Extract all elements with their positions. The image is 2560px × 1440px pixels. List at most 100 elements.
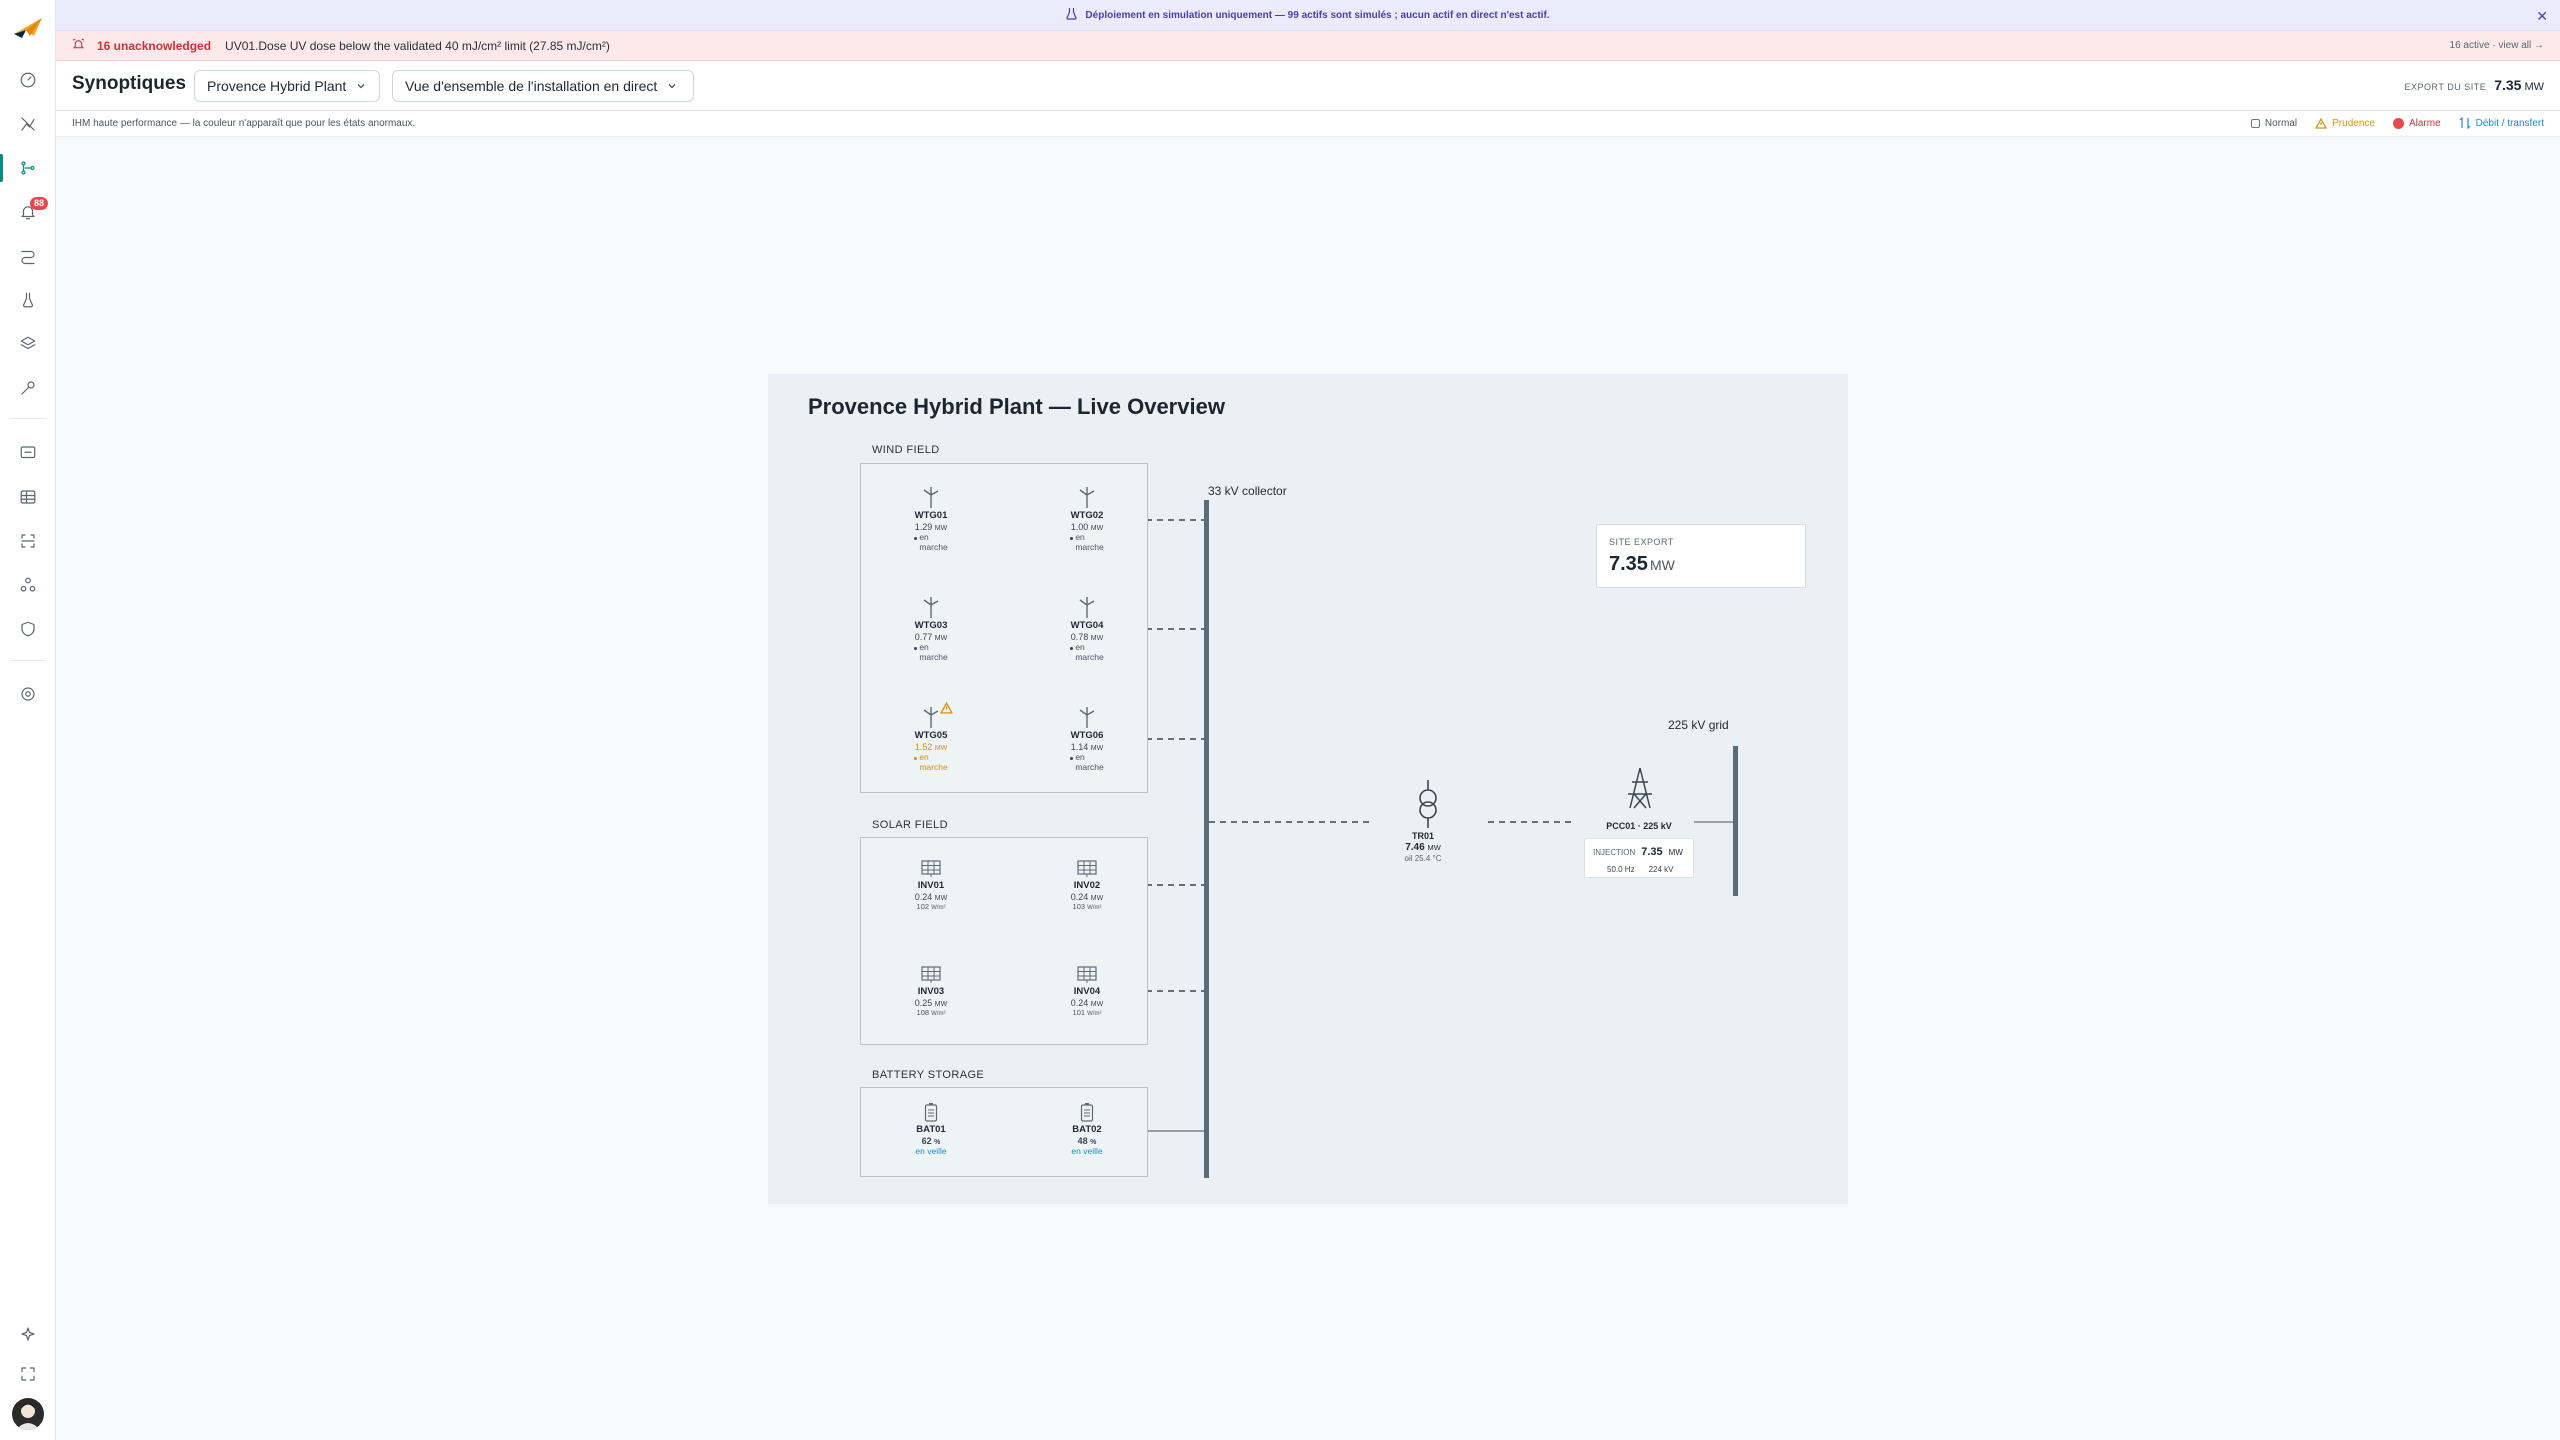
- turbine-wtg06[interactable]: WTG06 1.14 MW en marche: [1042, 706, 1132, 773]
- solar-field-label: SOLAR FIELD: [872, 819, 948, 831]
- wind-turbine-icon: [923, 487, 939, 508]
- site-export-label: EXPORT DU SITE: [2404, 82, 2487, 92]
- view-select[interactable]: Vue d'ensemble de l'installation en dire…: [392, 70, 694, 102]
- injection-value: 7.35: [1641, 846, 1663, 858]
- close-icon[interactable]: ✕: [2536, 8, 2548, 25]
- dashboard-icon[interactable]: [16, 68, 40, 92]
- simulation-banner: Déploiement en simulation uniquement — 9…: [56, 0, 2560, 31]
- network-icon[interactable]: [16, 573, 40, 597]
- table-icon[interactable]: [16, 485, 40, 509]
- battery-icon: [1080, 1103, 1094, 1122]
- synoptic-diagram: Provence Hybrid Plant — Live Overview WI…: [768, 374, 1848, 1204]
- turbine-wtg03[interactable]: WTG03 0.77 MW en marche: [886, 596, 976, 663]
- solar-panel-icon: [921, 860, 941, 877]
- shield-icon[interactable]: [16, 617, 40, 641]
- turbine-wtg04[interactable]: WTG04 0.78 MW en marche: [1042, 596, 1132, 663]
- alarm-bell-icon: [72, 38, 85, 54]
- inverter-inv03[interactable]: INV03 0.25 MW 108 W/m²: [886, 962, 976, 1018]
- messages-icon[interactable]: [16, 441, 40, 465]
- settings-gear-icon[interactable]: [16, 682, 40, 706]
- grid-voltage: 224 kV: [1648, 865, 1674, 874]
- simulation-banner-text: Déploiement en simulation uniquement — 9…: [1085, 9, 1550, 21]
- unacknowledged-count[interactable]: 16 unacknowledged: [97, 39, 211, 53]
- turbine-wtg02[interactable]: WTG02 1.00 MW en marche: [1042, 486, 1132, 553]
- turbine-wtg05[interactable]: WTG05 1.52 MW en marche: [886, 702, 976, 773]
- site-export-readout: EXPORT DU SITE 7.35 MW: [2405, 77, 2544, 93]
- legend-alarm: Alarme: [2392, 117, 2441, 129]
- wind-turbine-icon: [1079, 487, 1095, 508]
- grid-frequency: 50.0 Hz: [1607, 865, 1635, 874]
- alarm-bar[interactable]: 16 unacknowledged UV01.Dose UV dose belo…: [56, 31, 2560, 61]
- chevron-down-icon: [668, 84, 676, 89]
- wind-field-label: WIND FIELD: [872, 444, 940, 456]
- battery-bat02[interactable]: BAT02 48 % en veille: [1042, 1100, 1132, 1157]
- solar-panel-icon: [921, 966, 941, 983]
- injection-card: INJECTION 7.35 MW 50.0 Hz 224 kV: [1584, 838, 1694, 878]
- transformer-icon: [1419, 780, 1437, 828]
- collector-label: 33 kV collector: [1208, 484, 1287, 498]
- flow-arrows-icon: [2459, 117, 2471, 129]
- injection-label: INJECTION: [1593, 848, 1636, 857]
- grid-label: 225 kV grid: [1668, 718, 1729, 732]
- synoptic-icon[interactable]: [16, 156, 40, 180]
- injection-unit: MW: [1668, 848, 1683, 857]
- flask-icon: [1066, 7, 1078, 23]
- tools-icon[interactable]: [16, 376, 40, 400]
- legend-flow: Débit / transfert: [2459, 117, 2544, 129]
- status-legend: Normal Prudence Alarme Débit / transfert: [2250, 117, 2544, 129]
- site-select[interactable]: Provence Hybrid Plant: [194, 70, 380, 102]
- turbine-wtg01[interactable]: WTG01 1.29 MW en marche: [886, 486, 976, 553]
- warning-triangle-icon: [2315, 117, 2328, 129]
- hmi-note: IHM haute performance — la couleur n'app…: [72, 118, 416, 129]
- legend-caution: Prudence: [2315, 117, 2375, 129]
- pylon-icon: [1628, 767, 1652, 809]
- chevron-down-icon: [357, 84, 365, 89]
- view-select-value: Vue d'ensemble de l'installation en dire…: [405, 78, 658, 94]
- notification-badge: 88: [30, 197, 48, 210]
- legend-normal: Normal: [2250, 118, 2297, 129]
- solar-panel-icon: [1077, 860, 1097, 877]
- layers-icon[interactable]: [16, 332, 40, 356]
- warning-triangle-icon: [940, 702, 953, 714]
- workflow-icon[interactable]: [16, 244, 40, 268]
- site-select-value: Provence Hybrid Plant: [207, 78, 347, 94]
- solar-panel-icon: [1077, 966, 1097, 983]
- site-export-card: SITE EXPORT 7.35 MW: [1596, 524, 1806, 588]
- info-bar: IHM haute performance — la couleur n'app…: [56, 111, 2560, 137]
- view-all-alarms-link[interactable]: 16 active · view all →: [2450, 40, 2544, 51]
- inverter-inv02[interactable]: INV02 0.24 MW 103 W/m²: [1042, 856, 1132, 912]
- sidebar: 88: [0, 0, 56, 1440]
- battery-icon: [924, 1103, 938, 1122]
- wind-turbine-icon: [923, 597, 939, 618]
- user-avatar[interactable]: [12, 1398, 44, 1430]
- alarm-message: UV01.Dose UV dose below the validated 40…: [225, 38, 610, 53]
- battery-storage-label: BATTERY STORAGE: [872, 1069, 985, 1081]
- site-export-unit: MW: [2524, 81, 2544, 93]
- site-export-value: 7.35: [2494, 77, 2522, 93]
- collector-busbar: [1204, 500, 1209, 1178]
- inverter-inv04[interactable]: INV04 0.24 MW 101 W/m²: [1042, 962, 1132, 1018]
- fullscreen-icon[interactable]: [16, 1362, 40, 1386]
- transformer-tr01[interactable]: TR01 7.46 MW oil 25.4 °C: [1378, 831, 1468, 863]
- site-export-card-label: SITE EXPORT: [1609, 537, 1674, 547]
- app-logo[interactable]: [12, 14, 44, 40]
- scan-icon[interactable]: [16, 529, 40, 553]
- sidebar-divider: [10, 418, 46, 419]
- wind-turbine-icon: [923, 707, 939, 728]
- inverter-inv01[interactable]: INV01 0.24 MW 102 W/m²: [886, 856, 976, 912]
- wind-turbine-icon: [1079, 597, 1095, 618]
- pcc01-label[interactable]: PCC01 · 225 kV: [1598, 821, 1680, 831]
- page-header: Synoptiques Provence Hybrid Plant Vue d'…: [56, 61, 2560, 111]
- active-indicator: [0, 154, 3, 182]
- site-export-card-value: 7.35 MW: [1609, 553, 1675, 575]
- wind-turbine-icon: [1079, 707, 1095, 728]
- sparkle-ai-icon[interactable]: [16, 1322, 40, 1346]
- battery-bat01[interactable]: BAT01 62 % en veille: [886, 1100, 976, 1157]
- alarm-dot-icon: [2392, 117, 2404, 129]
- sidebar-divider: [10, 660, 46, 661]
- analytics-icon[interactable]: [16, 112, 40, 136]
- page-title: Synoptiques: [72, 73, 187, 94]
- grid-busbar: [1733, 746, 1738, 896]
- lab-flask-icon[interactable]: [16, 288, 40, 312]
- normal-box-icon: [2250, 118, 2260, 128]
